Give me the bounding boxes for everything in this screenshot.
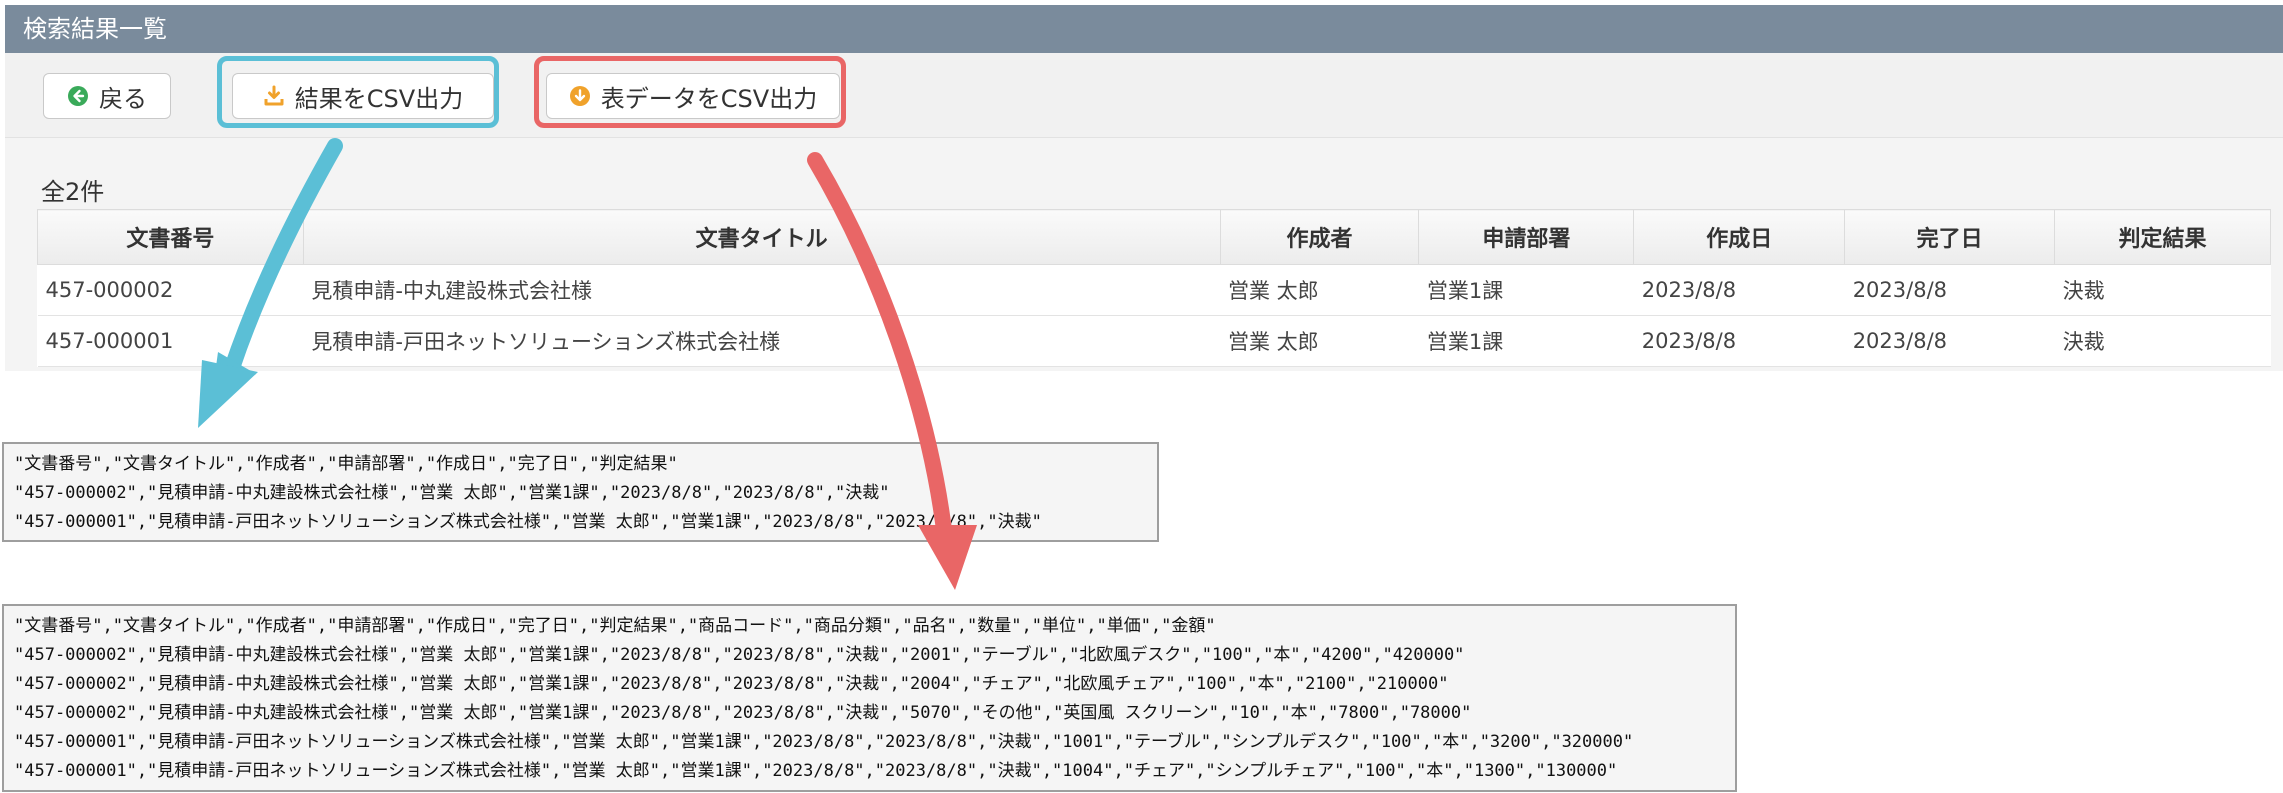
callout-arrows <box>198 138 977 590</box>
arrow-head-red <box>918 525 977 590</box>
arrow-to-result-csv <box>224 138 343 376</box>
arrow-head-blue-tip <box>198 360 258 428</box>
arrow-to-table-csv <box>807 152 953 546</box>
